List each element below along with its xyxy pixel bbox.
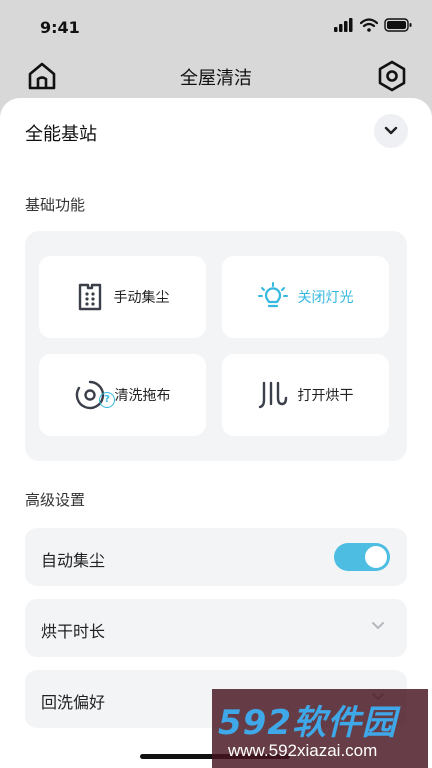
- help-icon[interactable]: ?: [99, 392, 115, 408]
- light-toggle-button[interactable]: 关闭灯光: [222, 256, 389, 338]
- system-icons: [334, 18, 412, 32]
- auto-dust-label: 自动集尘: [41, 551, 106, 570]
- dust-bin-icon: [78, 283, 101, 311]
- chevron-down-icon: [372, 622, 384, 629]
- dry-button[interactable]: 打开烘干: [222, 354, 389, 436]
- page-title: 全屋清洁: [180, 68, 252, 89]
- settings-hexagon-icon: [378, 60, 406, 92]
- watermark-url: www.592xiazai.com: [228, 741, 378, 760]
- manual-dust-button[interactable]: 手动集尘: [39, 256, 206, 338]
- battery-icon: [384, 18, 412, 32]
- basic-section-label: 基础功能: [25, 196, 86, 214]
- wifi-icon: [360, 18, 378, 32]
- status-time: 9:41: [40, 18, 80, 37]
- station-sheet: 全能基站 基础功能 手动集尘 关闭灯光 清洗拖布 打开烘干 高级设置 ? 自动集…: [0, 98, 432, 768]
- collapse-button[interactable]: [374, 114, 408, 148]
- toggle-knob: [365, 546, 387, 568]
- wash-mop-button[interactable]: 清洗拖布: [39, 354, 206, 436]
- status-bar: 9:41: [0, 0, 432, 56]
- basic-functions-panel: 手动集尘 关闭灯光 清洗拖布 打开烘干: [25, 231, 407, 461]
- settings-button[interactable]: [376, 60, 408, 92]
- auto-dust-row: 自动集尘: [25, 528, 407, 586]
- auto-dust-toggle[interactable]: [334, 543, 390, 571]
- manual-dust-label: 手动集尘: [113, 290, 170, 306]
- watermark-brand: 592软件园: [218, 703, 397, 743]
- top-bar: 全屋清洁: [0, 56, 432, 98]
- signal-icon: [334, 18, 353, 32]
- dry-label: 打开烘干: [297, 388, 354, 404]
- dry-heat-icon: [258, 381, 287, 409]
- watermark: 592软件园 www.592xiazai.com: [212, 689, 428, 768]
- light-bulb-icon: [257, 282, 288, 308]
- advanced-section-label: 高级设置: [25, 491, 86, 509]
- light-toggle-label: 关闭灯光: [297, 290, 354, 306]
- chevron-down-icon: [384, 126, 398, 135]
- wash-mop-label: 清洗拖布: [114, 388, 171, 404]
- dry-duration-label: 烘干时长: [41, 622, 106, 641]
- dry-duration-row[interactable]: 烘干时长: [25, 599, 407, 657]
- rewash-preference-label: 回洗偏好: [41, 693, 106, 712]
- sheet-title: 全能基站: [25, 124, 97, 145]
